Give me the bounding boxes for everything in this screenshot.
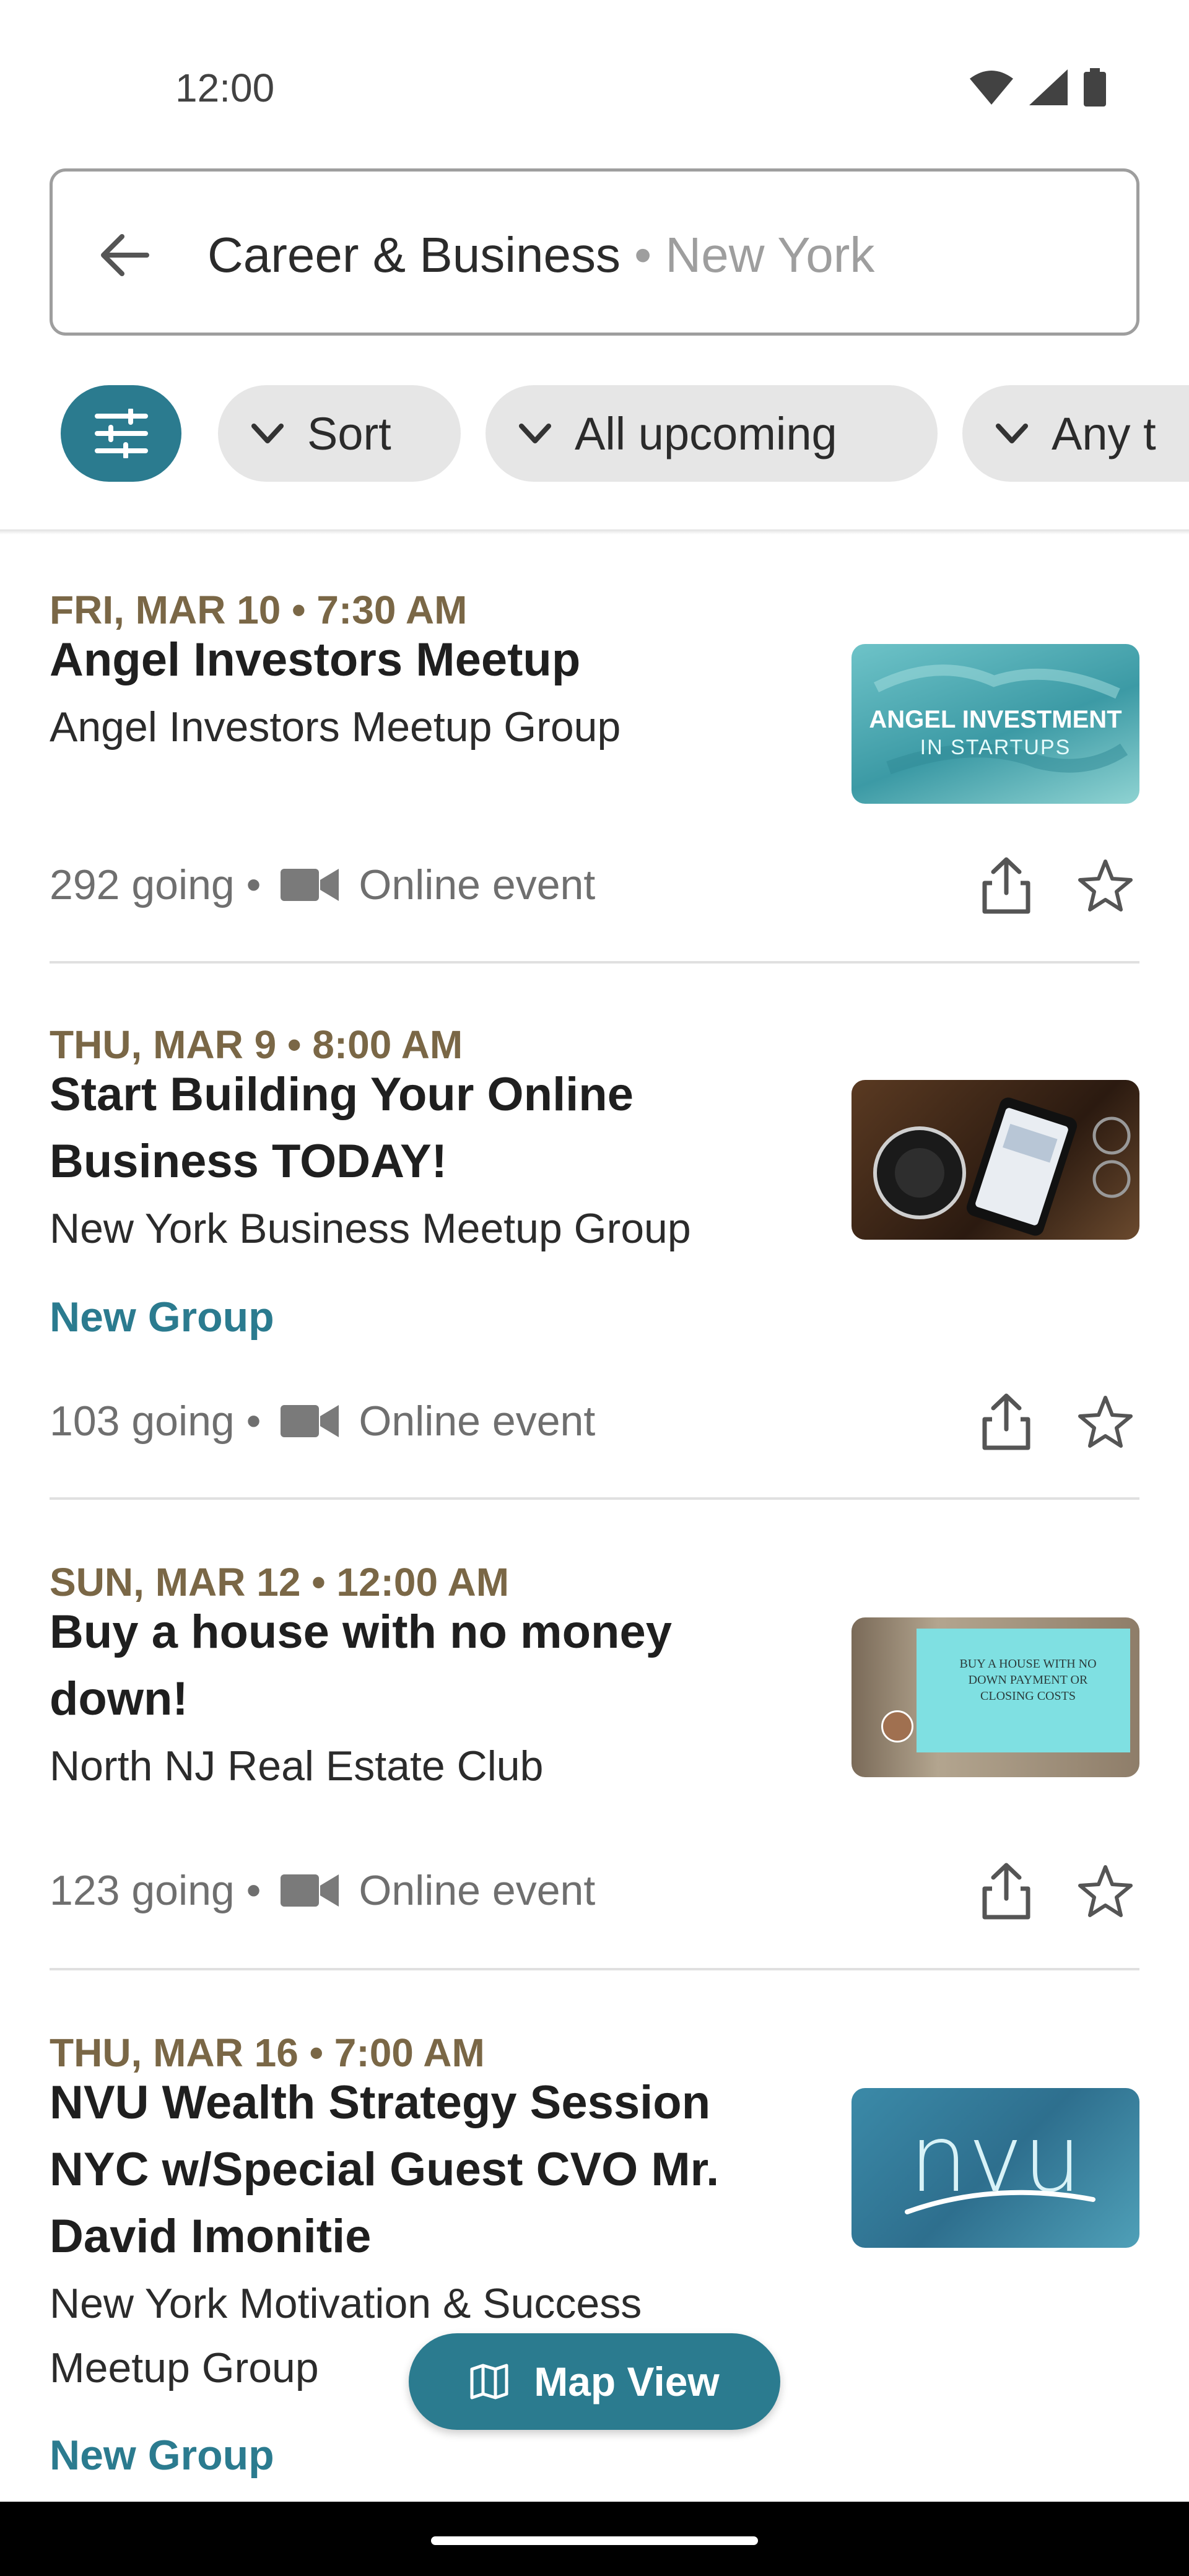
map-view-label: Map View	[534, 2359, 720, 2404]
home-gesture-handle[interactable]	[431, 2536, 758, 2545]
battery-icon	[1084, 68, 1106, 107]
video-camera-icon	[281, 1405, 339, 1437]
map-icon	[470, 2364, 508, 2400]
thumbnail-swoosh	[905, 2190, 1095, 2214]
status-time: 12:00	[175, 66, 275, 110]
location-type: Online event	[359, 1398, 596, 1445]
search-bar[interactable]: Career & Business • New York	[50, 168, 1139, 336]
chevron-down-icon	[519, 424, 551, 443]
thumbnail-avatar	[881, 1710, 913, 1743]
event-title[interactable]: Start Building Your Online Business TODA…	[50, 1061, 793, 1195]
event-card[interactable]: SUN, MAR 12 • 12:00 AM Buy a house with …	[50, 1553, 1139, 1962]
event-title[interactable]: Buy a house with no money down!	[50, 1599, 793, 1733]
event-thumbnail[interactable]: ANGEL INVESTMENT IN STARTUPS	[851, 644, 1139, 804]
event-card[interactable]: THU, MAR 9 • 8:00 AM Start Building Your…	[50, 1016, 1139, 1486]
event-group: North NJ Real Estate Club	[50, 1743, 544, 1790]
filter-button[interactable]	[61, 385, 181, 482]
event-thumbnail[interactable]: BUY A HOUSE WITH NO DOWN PAYMENT OR CLOS…	[851, 1617, 1139, 1777]
sort-chip[interactable]: Sort	[218, 385, 461, 482]
thumbnail-phone-illustration	[873, 1097, 1131, 1236]
star-icon[interactable]	[1078, 1863, 1133, 1919]
divider	[50, 1497, 1139, 1500]
date-range-chip[interactable]: All upcoming	[486, 385, 938, 482]
status-bar: 12:00	[0, 0, 1189, 149]
search-category: Career & Business	[207, 227, 621, 282]
map-view-button[interactable]: Map View	[409, 2333, 780, 2430]
chevron-down-icon	[251, 424, 284, 443]
video-camera-icon	[281, 869, 339, 901]
star-icon[interactable]	[1078, 1394, 1133, 1450]
signal-icon	[1029, 69, 1068, 105]
share-icon[interactable]	[978, 1391, 1034, 1453]
sort-chip-label: Sort	[307, 407, 391, 459]
event-date: THU, MAR 9 • 8:00 AM	[50, 1022, 463, 1067]
event-card[interactable]: FRI, MAR 10 • 7:30 AM Angel Investors Me…	[50, 582, 1139, 954]
event-date: SUN, MAR 12 • 12:00 AM	[50, 1560, 509, 1604]
event-thumbnail[interactable]	[851, 1080, 1139, 1240]
date-range-chip-label: All upcoming	[575, 407, 837, 459]
event-date: FRI, MAR 10 • 7:30 AM	[50, 588, 468, 632]
type-chip[interactable]: Any t	[962, 385, 1189, 482]
chevron-down-icon	[996, 424, 1028, 443]
going-count: 103 going	[50, 1398, 235, 1445]
location-type: Online event	[359, 861, 596, 908]
wifi-icon	[970, 71, 1013, 105]
event-thumbnail[interactable]: nvu	[851, 2088, 1139, 2248]
event-meta: 123 going • Online event	[50, 1866, 595, 1915]
event-title[interactable]: NVU Wealth Strategy Session NYC w/Specia…	[50, 2069, 793, 2270]
system-nav-bar	[0, 2502, 1189, 2576]
meta-separator: •	[234, 1398, 261, 1445]
event-meta: 292 going • Online event	[50, 861, 595, 909]
new-group-badge: New Group	[50, 1294, 274, 1341]
video-camera-icon	[281, 1874, 339, 1907]
meta-separator: •	[234, 861, 261, 908]
divider	[50, 961, 1139, 964]
going-count: 123 going	[50, 1867, 235, 1914]
event-card[interactable]: THU, MAR 16 • 7:00 AM NVU Wealth Strateg…	[50, 2024, 1139, 2502]
star-icon[interactable]	[1078, 858, 1133, 913]
share-icon[interactable]	[978, 855, 1034, 916]
location-type: Online event	[359, 1867, 596, 1914]
thumbnail-title: BUY A HOUSE WITH NO DOWN PAYMENT OR CLOS…	[959, 1657, 1097, 1703]
event-title[interactable]: Angel Investors Meetup	[50, 627, 793, 694]
thumbnail-title: ANGEL INVESTMENT	[869, 706, 1122, 733]
back-arrow-icon[interactable]	[96, 227, 152, 283]
search-separator: •	[620, 227, 666, 282]
going-count: 292 going	[50, 861, 235, 908]
status-icons	[970, 68, 1106, 107]
tune-icon	[94, 409, 148, 458]
meta-separator: •	[234, 1867, 261, 1914]
search-query[interactable]: Career & Business • New York	[207, 227, 874, 283]
filter-chips: Sort All upcoming Any t	[0, 384, 1189, 483]
header-shadow	[0, 529, 1189, 534]
search-location: New York	[665, 227, 875, 282]
event-meta: 103 going • Online event	[50, 1397, 595, 1445]
type-chip-label: Any t	[1052, 407, 1156, 459]
share-icon[interactable]	[978, 1860, 1034, 1922]
thumbnail-subtitle: IN STARTUPS	[920, 736, 1071, 759]
divider	[50, 1968, 1139, 1970]
event-group: Angel Investors Meetup Group	[50, 703, 621, 751]
new-group-badge: New Group	[50, 2432, 274, 2479]
event-group: New York Business Meetup Group	[50, 1205, 691, 1252]
event-date: THU, MAR 16 • 7:00 AM	[50, 2030, 485, 2075]
